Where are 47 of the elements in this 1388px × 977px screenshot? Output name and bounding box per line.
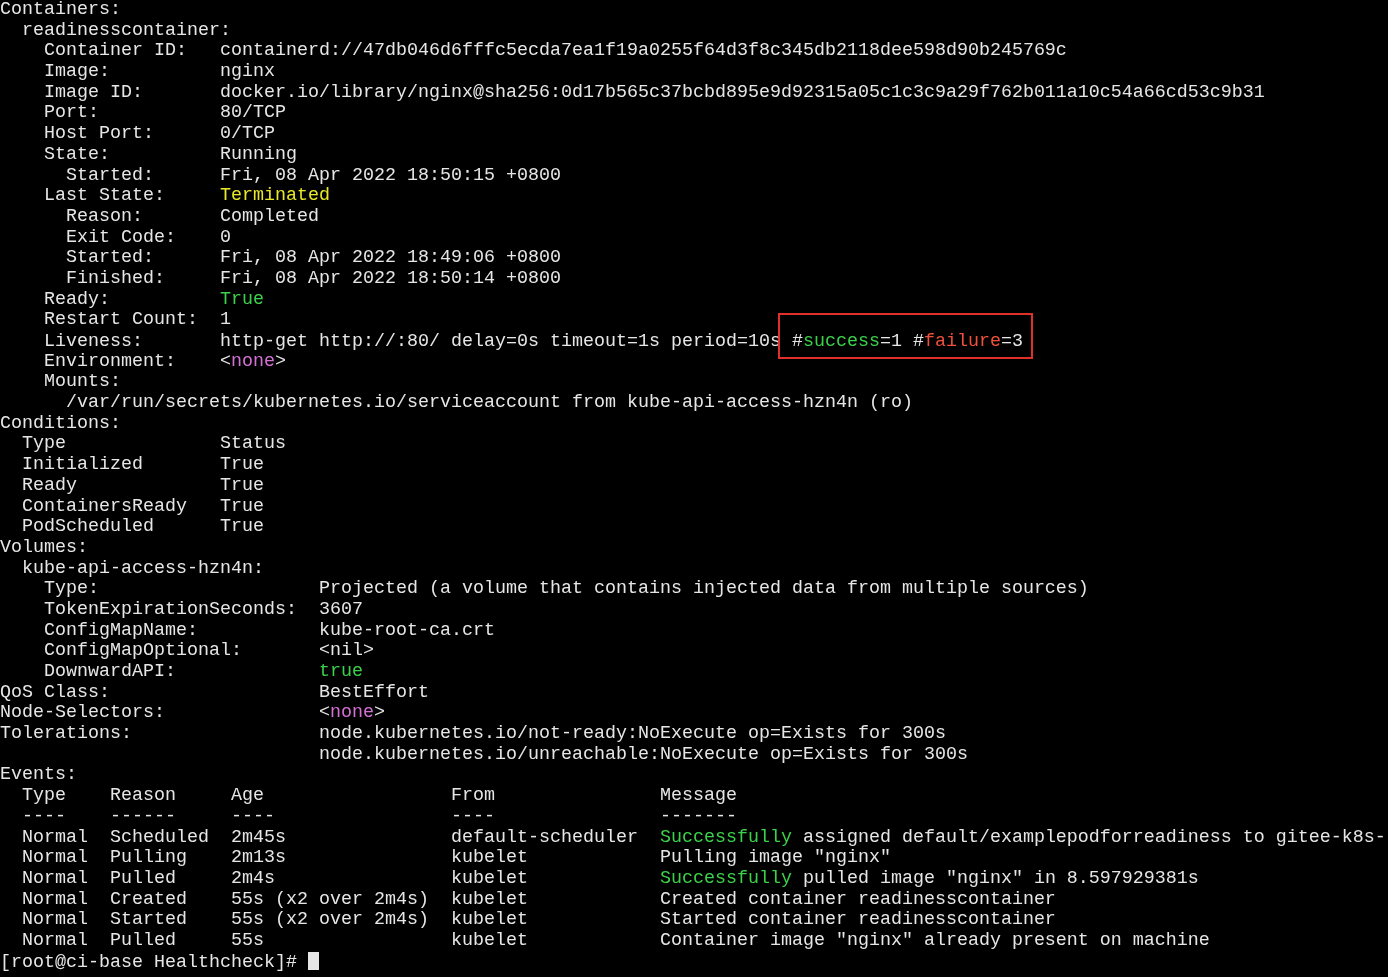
- terminal-line: ContainersReady True: [21, 496, 265, 518]
- terminal-line: readinesscontainer:: [21, 20, 232, 42]
- terminal-line: Environment: <none>: [43, 351, 287, 373]
- terminal-line: Reason: Completed: [65, 206, 320, 228]
- terminal-line: State: Running: [43, 144, 298, 166]
- terminal-line: Type Status: [21, 434, 287, 456]
- terminal-text: [root@ci-base Healthcheck]#: [0, 951, 298, 973]
- terminal-line: Finished: Fri, 08 Apr 2022 18:50:14 +0800: [65, 268, 562, 290]
- terminal-line: Host Port: 0/TCP: [43, 124, 276, 145]
- terminal-line: ConfigMapOptional: <nil>: [43, 641, 375, 662]
- terminal-line: Last State: Terminated: [43, 186, 331, 207]
- terminal-line: Normal Scheduled 2m45s default-scheduler Successfully assigned default/examplepodforreadiness to gitee-k8s-: [21, 827, 1387, 849]
- terminal-line: Started: Fri, 08 Apr 2022 18:50:15 +0800: [65, 165, 562, 187]
- terminal-line: Restart Count: 1: [43, 310, 232, 331]
- terminal-line: Started: Fri, 08 Apr 2022 18:49:06 +0800: [65, 248, 562, 269]
- terminal-line: Normal Created 55s (x2 over 2m4s) kubelet Created container readinesscontainer: [21, 889, 1057, 911]
- terminal-line: Ready: True: [43, 289, 265, 311]
- terminal-line: TokenExpirationSeconds: 3607: [43, 599, 364, 621]
- terminal-line: ---- ------ ---- ---- -------: [21, 806, 738, 828]
- highlight-box: #success=1 #failure=3: [777, 313, 1033, 359]
- terminal-line: Normal Pulling 2m13s kubelet Pulling image "nginx": [21, 848, 892, 869]
- terminal-line: PodScheduled True: [21, 517, 265, 538]
- terminal-line: ConfigMapName: kube-root-ca.crt: [43, 620, 496, 642]
- terminal-line: Image ID: docker.io/library/nginx@sha256:0d17b565c37bcbd895e9d92315a05c1c3c9a29f762b011a10c54a66cd53c9b31: [43, 82, 1266, 104]
- terminal-line: DownwardAPI: true: [43, 662, 364, 683]
- terminal-line: kube-api-access-hzn4n:: [21, 558, 265, 580]
- terminal-line: Containers:: [0, 0, 122, 21]
- terminal-line: Image: nginx: [43, 62, 276, 83]
- terminal-line: /var/run/secrets/kubernetes.io/serviceaccount from kube-api-access-hzn4n (ro): [65, 393, 914, 414]
- terminal-line: node.kubernetes.io/unreachable:NoExecute op=Exists for 300s: [317, 744, 969, 766]
- terminal-line: Mounts:: [43, 372, 122, 394]
- terminal-line: Normal Pulled 2m4s kubelet Successfully pulled image "nginx" in 8.597929381s: [21, 868, 1200, 890]
- terminal-line: Initialized True: [21, 455, 265, 476]
- terminal-line: Node-Selectors: <none>: [0, 703, 386, 725]
- terminal-line: Type: Projected (a volume that contains injected data from multiple sources): [43, 579, 1090, 600]
- terminal-line: Tolerations: node.kubernetes.io/not-ready:NoExecute op=Exists for 300s: [0, 724, 947, 745]
- terminal-line: Conditions:: [0, 413, 122, 435]
- terminal-line: Port: 80/TCP: [43, 103, 287, 125]
- terminal-line: QoS Class: BestEffort: [0, 682, 430, 704]
- terminal-line: Type Reason Age From Message: [21, 786, 738, 807]
- terminal-line: Container ID: containerd://47db046d6fffc5ecda7ea1f19a0255f64d3f8c345db2118dee598d90b245769c: [43, 41, 1068, 63]
- terminal-line: Events:: [0, 765, 78, 787]
- terminal-line: Normal Started 55s (x2 over 2m4s) kubelet Started container readinesscontainer: [21, 910, 1057, 931]
- terminal-line: Normal Pulled 55s kubelet Container image "nginx" already present on machine: [21, 930, 1211, 952]
- terminal-line: Volumes:: [0, 537, 89, 559]
- terminal-line: Ready True: [21, 475, 265, 497]
- terminal-line: Exit Code: 0: [65, 227, 232, 249]
